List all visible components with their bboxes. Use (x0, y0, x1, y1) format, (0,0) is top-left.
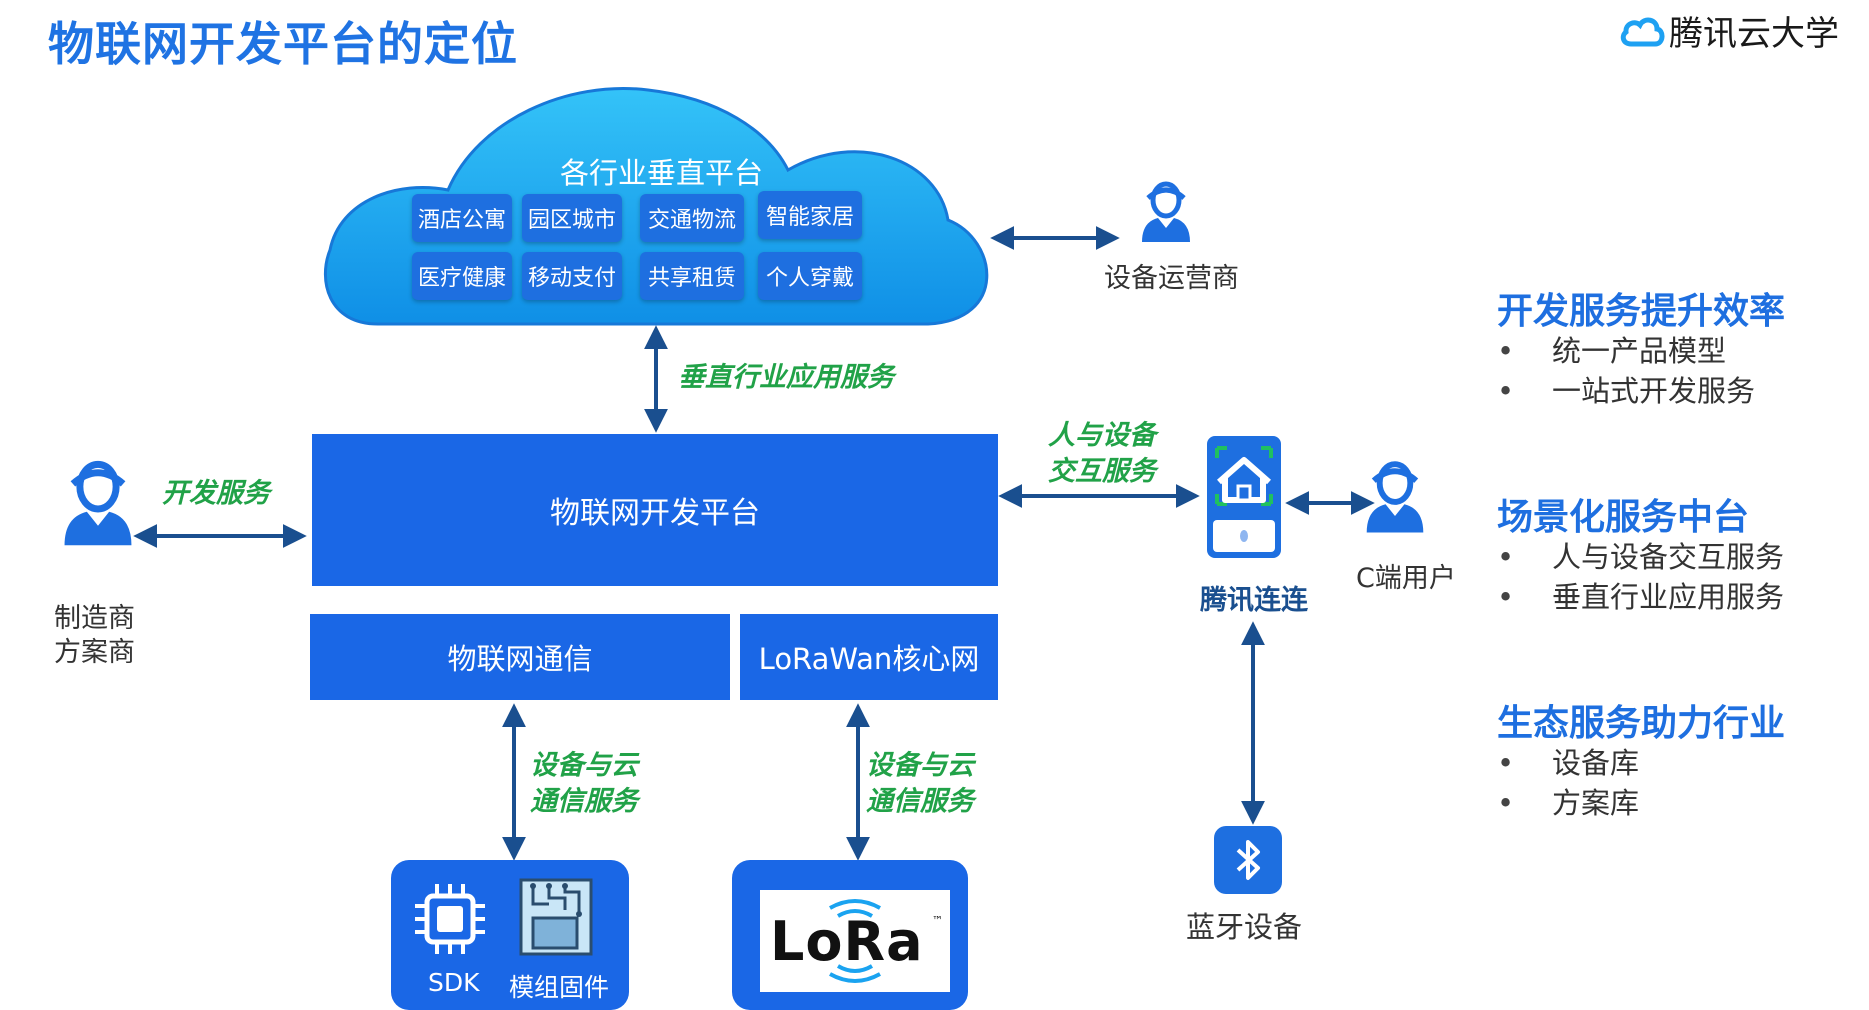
manufacturer-label-2: 方案商 (54, 637, 135, 668)
feature-title-3: 生态服务助力行业 (1497, 703, 1786, 744)
label-dev-service: 开发服务 (162, 478, 270, 509)
module-board-icon (519, 878, 593, 956)
label-vertical-service: 垂直行业应用服务 (678, 362, 894, 393)
label-human-device-2: 交互服务 (1048, 456, 1156, 487)
sdk-label: SDK (428, 968, 480, 997)
sdk-module-box: SDK 模组固件 (391, 860, 629, 1010)
module-label: 模组固件 (509, 973, 610, 1002)
operator-label: 设备运营商 (1104, 263, 1239, 294)
label-device-cloud-1a: 设备与云 (530, 750, 638, 781)
feature-title-1: 开发服务提升效率 (1497, 291, 1786, 332)
feature-1-item-1: • 统一产品模型 (1497, 334, 1727, 368)
bluetooth-device (1214, 826, 1282, 894)
lora-logo-text: LoRa (770, 910, 924, 973)
label-device-cloud-2a: 设备与云 (866, 750, 974, 781)
feature-2-item-1: • 人与设备交互服务 (1497, 540, 1785, 574)
feature-1-item-2: • 一站式开发服务 (1497, 374, 1756, 408)
bluetooth-label: 蓝牙设备 (1186, 910, 1303, 944)
chip-icon (415, 884, 485, 954)
label-device-cloud-2b: 通信服务 (866, 786, 974, 817)
feature-3-item-1: • 设备库 (1497, 746, 1640, 780)
feature-title-2: 场景化服务中台 (1497, 497, 1750, 538)
bluetooth-icon (1236, 840, 1260, 880)
label-human-device-1: 人与设备 (1048, 420, 1156, 451)
operator-person-icon (1142, 181, 1190, 242)
label-device-cloud-1b: 通信服务 (530, 786, 638, 817)
tencent-lianlian-phone-icon (1207, 436, 1281, 558)
feature-2-item-2: • 垂直行业应用服务 (1497, 580, 1785, 614)
lora-tm: ™ (932, 914, 943, 927)
tencent-lianlian-label: 腾讯连连 (1200, 585, 1308, 616)
cuser-label: C端用户 (1356, 563, 1456, 594)
lora-logo-panel: LoRa ™ (760, 890, 950, 992)
lora-device-box: LoRa ™ (732, 860, 968, 1010)
manufacturer-person-icon (64, 460, 132, 546)
feature-3-item-2: • 方案库 (1497, 786, 1640, 820)
cuser-person-icon (1366, 461, 1424, 533)
